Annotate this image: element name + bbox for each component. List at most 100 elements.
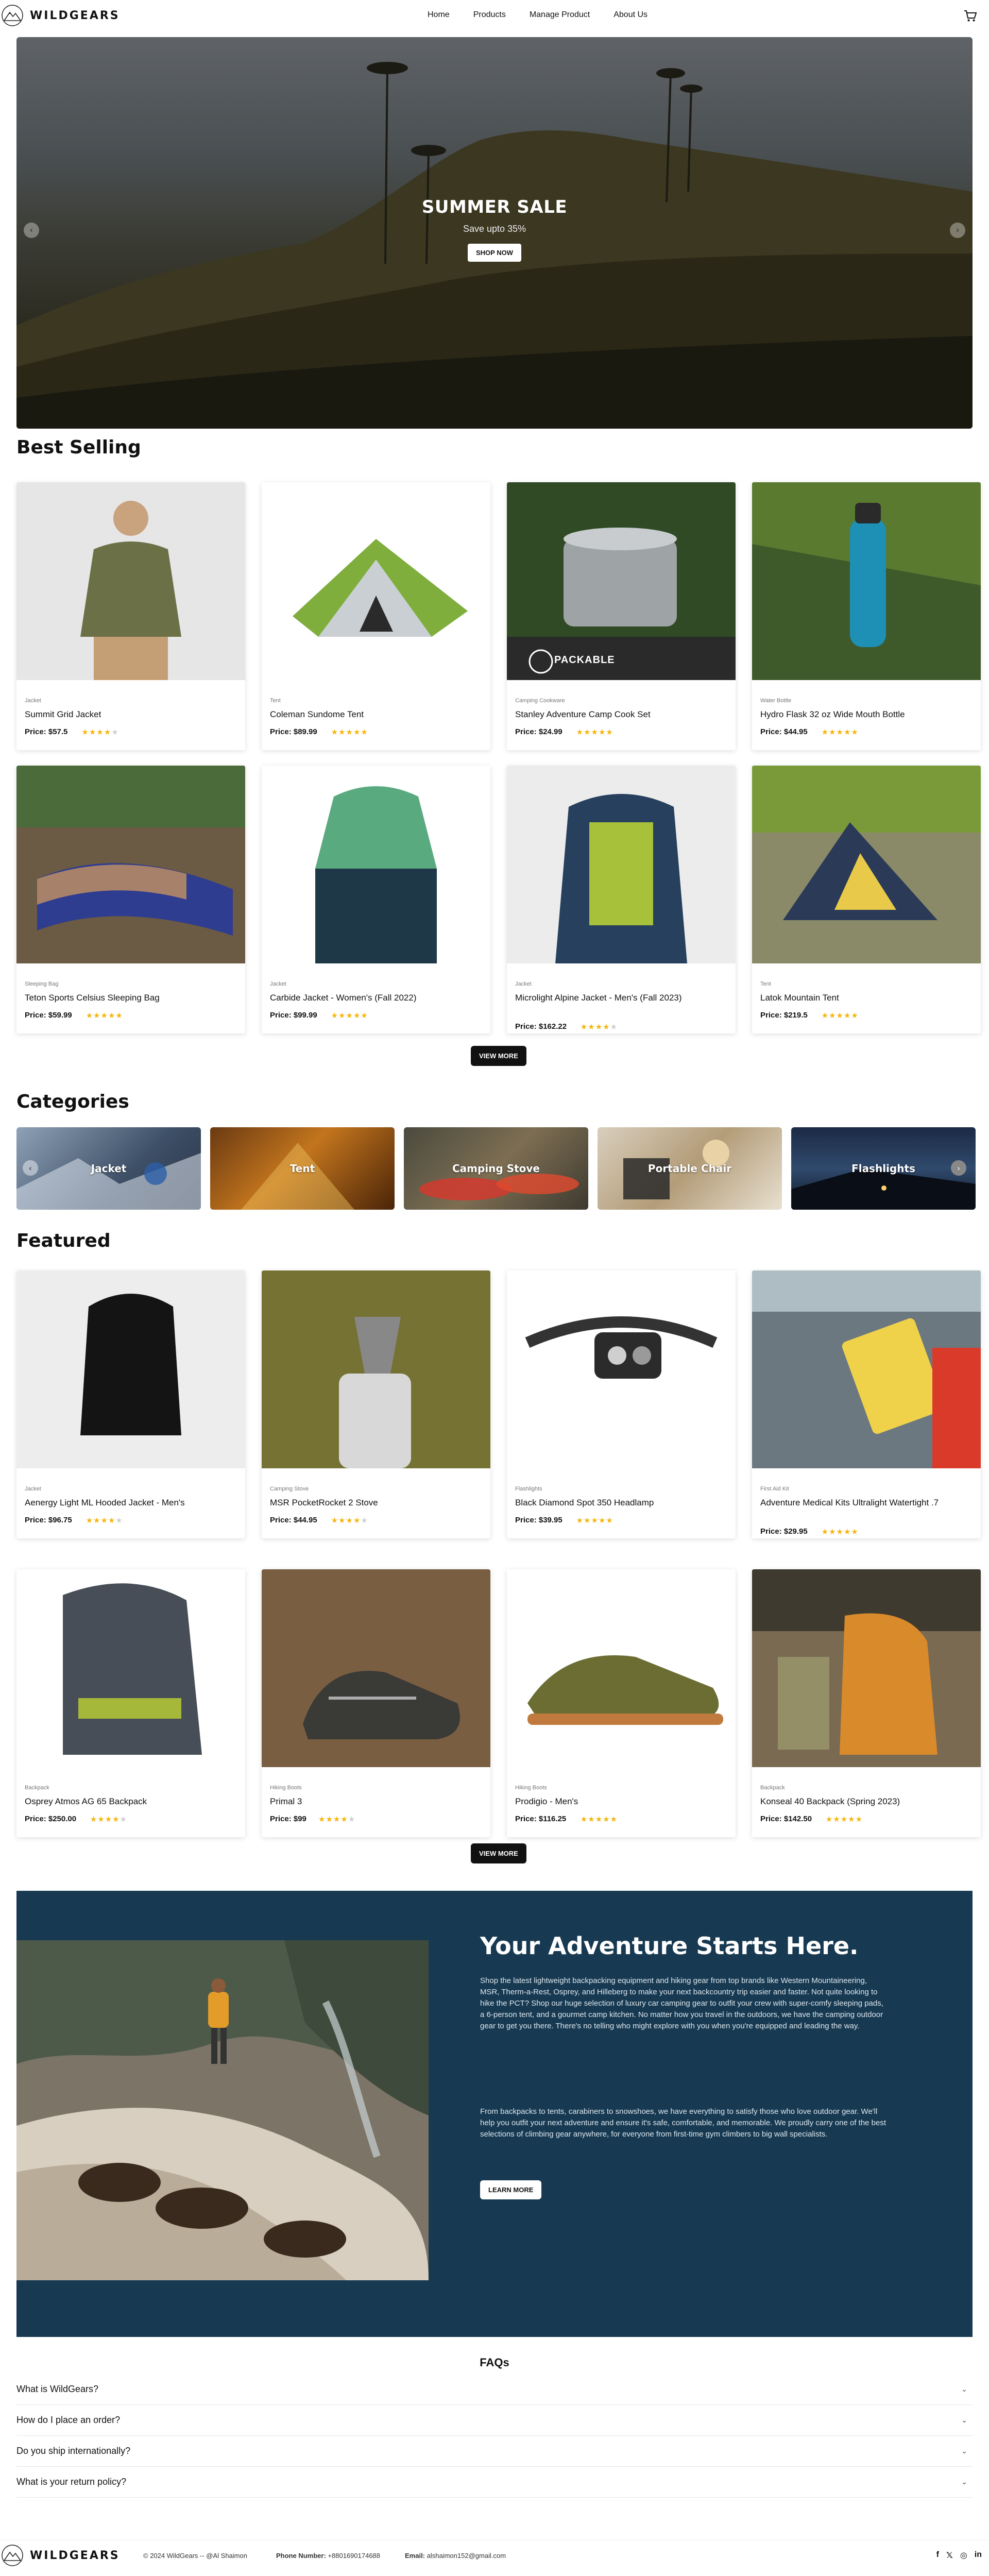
product-name[interactable]: Summit Grid Jacket bbox=[25, 709, 239, 720]
product-name[interactable]: Prodigio - Men's bbox=[515, 1796, 729, 1807]
product-name[interactable]: Konseal 40 Backpack (Spring 2023) bbox=[760, 1796, 975, 1807]
product-card[interactable]: First Aid Kit Adventure Medical Kits Ultr… bbox=[752, 1270, 981, 1538]
categories-next-arrow-icon[interactable]: › bbox=[951, 1160, 966, 1176]
facebook-icon[interactable]: f bbox=[936, 2550, 939, 2561]
star-icon: ★ bbox=[584, 1516, 591, 1525]
category-portable-chair[interactable]: Portable Chair bbox=[598, 1127, 782, 1210]
product-name[interactable]: Black Diamond Spot 350 Headlamp bbox=[515, 1497, 729, 1509]
star-icon: ★ bbox=[821, 1528, 829, 1536]
product-name[interactable]: MSR PocketRocket 2 Stove bbox=[270, 1497, 484, 1509]
star-icon: ★ bbox=[326, 1815, 333, 1824]
product-rating: ★★★★★ bbox=[318, 1815, 355, 1824]
product-image[interactable] bbox=[507, 766, 736, 963]
star-icon: ★ bbox=[353, 1011, 361, 1020]
product-image[interactable] bbox=[16, 482, 245, 680]
product-card[interactable]: Tent Latok Mountain Tent Price: $219.5 ★★★★… bbox=[752, 766, 981, 1033]
product-name[interactable]: Osprey Atmos AG 65 Backpack bbox=[25, 1796, 239, 1807]
faq-item[interactable]: What is WildGears? ⌄ bbox=[16, 2374, 973, 2405]
product-name[interactable]: Latok Mountain Tent bbox=[760, 992, 975, 1004]
hero-prev-arrow-icon[interactable]: ‹ bbox=[24, 223, 39, 238]
star-icon: ★ bbox=[96, 728, 104, 737]
faq-item[interactable]: How do I place an order? ⌄ bbox=[16, 2405, 973, 2436]
product-card[interactable]: Camping Stove MSR PocketRocket 2 Stove Pri… bbox=[262, 1270, 490, 1538]
product-rating: ★★★★★ bbox=[822, 1527, 859, 1536]
star-icon: ★ bbox=[851, 1011, 859, 1020]
product-image[interactable] bbox=[752, 1569, 981, 1767]
category-flashlights[interactable]: Flashlights bbox=[791, 1127, 976, 1210]
faq-item[interactable]: Do you ship internationally? ⌄ bbox=[16, 2436, 973, 2467]
star-icon: ★ bbox=[588, 1023, 595, 1031]
star-icon: ★ bbox=[112, 1815, 120, 1824]
product-category: Jacket bbox=[25, 1486, 41, 1492]
hero-next-arrow-icon[interactable]: › bbox=[950, 223, 965, 238]
product-card[interactable]: Tent Coleman Sundome Tent Price: $89.99 ★★★… bbox=[262, 482, 490, 750]
footer-logo[interactable]: WILDGEARS bbox=[0, 2543, 120, 2568]
product-card[interactable]: Sleeping Bag Teton Sports Celsius Sleepin… bbox=[16, 766, 245, 1033]
product-image[interactable] bbox=[752, 482, 981, 680]
product-card[interactable]: Hiking Boots Primal 3 Price: $99 ★★★★★ bbox=[262, 1569, 490, 1837]
product-image[interactable] bbox=[16, 1569, 245, 1767]
product-name[interactable]: Teton Sports Celsius Sleeping Bag bbox=[25, 992, 239, 1004]
product-name[interactable]: Stanley Adventure Camp Cook Set bbox=[515, 709, 729, 720]
product-category: Hiking Boots bbox=[515, 1785, 547, 1791]
instagram-icon[interactable]: ◎ bbox=[960, 2550, 967, 2561]
star-icon: ★ bbox=[340, 1815, 348, 1824]
product-name[interactable]: Microlight Alpine Jacket - Men's (Fall 2… bbox=[515, 992, 729, 1004]
product-name[interactable]: Hydro Flask 32 oz Wide Mouth Bottle bbox=[760, 709, 975, 720]
product-image[interactable] bbox=[507, 1270, 736, 1468]
product-card[interactable]: Hiking Boots Prodigio - Men's Price: $116.… bbox=[507, 1569, 736, 1837]
category-camping-stove[interactable]: Camping Stove bbox=[404, 1127, 588, 1210]
product-name[interactable]: Coleman Sundome Tent bbox=[270, 709, 484, 720]
product-card[interactable]: PACKABLE Camping Cookware Stanley Adventur… bbox=[507, 482, 736, 750]
product-price: Price: $250.00 bbox=[25, 1815, 77, 1823]
x-twitter-icon[interactable]: 𝕏 bbox=[946, 2550, 953, 2561]
product-image[interactable] bbox=[262, 766, 490, 963]
product-image[interactable] bbox=[262, 1270, 490, 1468]
product-price: Price: $96.75 bbox=[25, 1516, 72, 1524]
learn-more-button[interactable]: LEARN MORE bbox=[480, 2180, 542, 2199]
product-card[interactable]: Flashlights Black Diamond Spot 350 Headla… bbox=[507, 1270, 736, 1538]
category-jacket[interactable]: Jacket bbox=[16, 1127, 201, 1210]
featured-view-more-button[interactable]: VIEW MORE bbox=[471, 1843, 526, 1863]
categories-prev-arrow-icon[interactable]: ‹ bbox=[23, 1160, 38, 1176]
nav-about-us[interactable]: About Us bbox=[613, 10, 647, 20]
product-image[interactable] bbox=[507, 482, 736, 680]
product-image[interactable] bbox=[262, 482, 490, 680]
product-card[interactable]: Jacket Summit Grid Jacket Price: $57.5 ★★★★… bbox=[16, 482, 245, 750]
product-image[interactable] bbox=[16, 766, 245, 963]
star-icon: ★ bbox=[833, 1815, 841, 1824]
product-name[interactable]: Carbide Jacket - Women's (Fall 2022) bbox=[270, 992, 484, 1004]
nav-manage-product[interactable]: Manage Product bbox=[530, 10, 590, 20]
product-name[interactable]: Adventure Medical Kits Ultralight Watert… bbox=[760, 1497, 975, 1509]
star-icon: ★ bbox=[836, 1528, 844, 1536]
star-icon: ★ bbox=[331, 1011, 339, 1020]
product-price: Price: $99.99 bbox=[270, 1011, 317, 1020]
product-card[interactable]: Backpack Osprey Atmos AG 65 Backpack Price… bbox=[16, 1569, 245, 1837]
linkedin-icon[interactable]: in bbox=[975, 2550, 982, 2561]
faq-item[interactable]: What is your return policy? ⌄ bbox=[16, 2467, 973, 2498]
product-card[interactable]: Backpack Konseal 40 Backpack (Spring 2023… bbox=[752, 1569, 981, 1837]
best-selling-title: Best Selling bbox=[16, 437, 141, 458]
star-icon: ★ bbox=[353, 1516, 361, 1525]
nav-home[interactable]: Home bbox=[428, 10, 450, 20]
product-card[interactable]: Jacket Aenergy Light ML Hooded Jacket - M… bbox=[16, 1270, 245, 1538]
product-price: Price: $59.99 bbox=[25, 1011, 72, 1020]
product-card[interactable]: Jacket Microlight Alpine Jacket - Men's (… bbox=[507, 766, 736, 1033]
product-image[interactable] bbox=[262, 1569, 490, 1767]
product-category: Tent bbox=[270, 698, 281, 704]
shop-now-button[interactable]: SHOP NOW bbox=[468, 244, 521, 262]
category-tent[interactable]: Tent bbox=[210, 1127, 395, 1210]
product-card[interactable]: Jacket Carbide Jacket - Women's (Fall 202… bbox=[262, 766, 490, 1033]
cart-icon[interactable] bbox=[963, 9, 978, 23]
product-image[interactable] bbox=[16, 1270, 245, 1468]
product-image[interactable] bbox=[752, 766, 981, 963]
product-name[interactable]: Aenergy Light ML Hooded Jacket - Men's bbox=[25, 1497, 239, 1509]
star-icon: ★ bbox=[90, 1815, 98, 1824]
nav-products[interactable]: Products bbox=[473, 10, 506, 20]
product-card[interactable]: Water Bottle Hydro Flask 32 oz Wide Mouth… bbox=[752, 482, 981, 750]
product-image[interactable] bbox=[507, 1569, 736, 1767]
product-image[interactable] bbox=[752, 1270, 981, 1468]
best-selling-view-more-button[interactable]: VIEW MORE bbox=[471, 1046, 526, 1066]
product-name[interactable]: Primal 3 bbox=[270, 1796, 484, 1807]
brand-logo[interactable]: WILDGEARS bbox=[0, 3, 120, 28]
